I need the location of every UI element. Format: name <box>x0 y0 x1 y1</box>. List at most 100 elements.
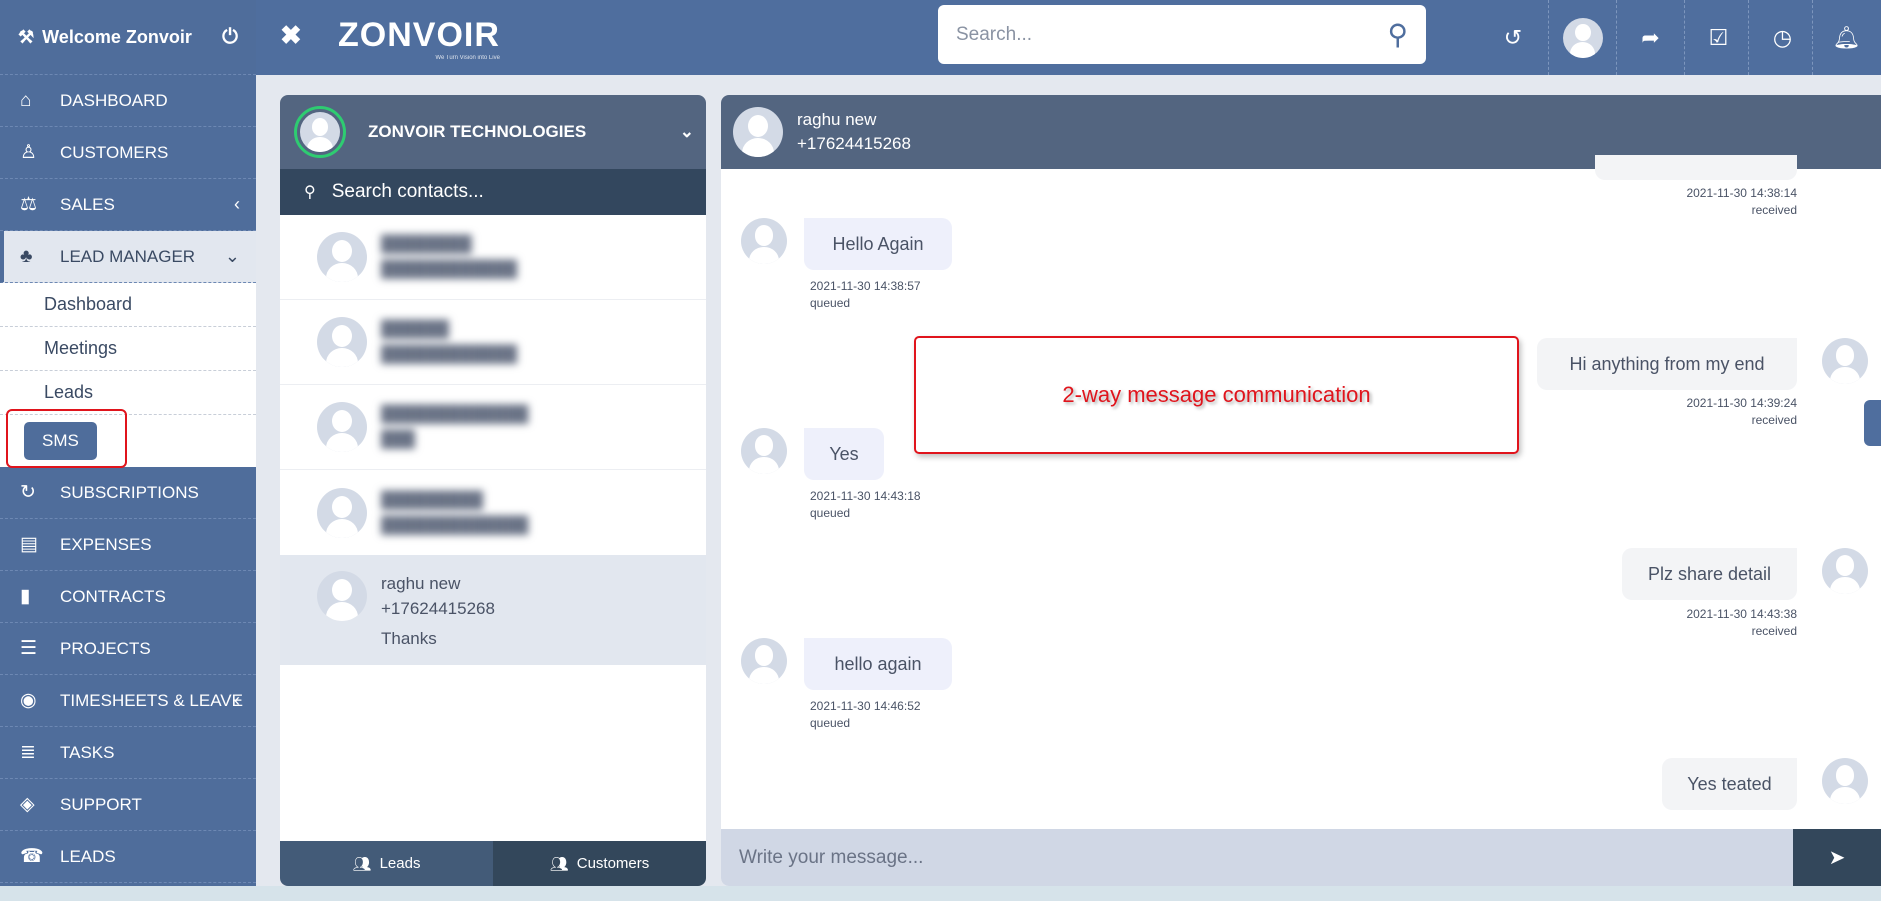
message-avatar <box>1822 758 1868 804</box>
history-icon[interactable]: ↺ <box>1479 0 1547 75</box>
nav-label: PROJECTS <box>60 639 151 659</box>
message-meta: 2021-11-30 14:43:38received <box>1686 606 1797 640</box>
user-icon: ♙ <box>20 141 60 164</box>
balance-scale-icon: ⚖ <box>20 193 60 216</box>
sidebar-item-dashboard[interactable]: ⌂DASHBOARD <box>0 75 256 127</box>
search-placeholder: Search... <box>956 24 1032 46</box>
ticket-icon: ◈ <box>20 793 60 816</box>
sidebar-item-tasks[interactable]: ≣TASKS <box>0 727 256 779</box>
contact-item[interactable]: ████████████████████ <box>280 215 706 300</box>
message-input[interactable]: Write your message... <box>721 829 1793 886</box>
message-meta: 2021-11-30 14:39:24received <box>1686 395 1797 429</box>
nav-label: LEAD MANAGER <box>60 247 195 267</box>
sidebar-item-customers[interactable]: ♙CUSTOMERS <box>0 127 256 179</box>
sidebar-item-projects[interactable]: ☰PROJECTS <box>0 623 256 675</box>
bottom-strip <box>0 886 1881 901</box>
message-status: received <box>1686 412 1797 429</box>
side-panel-toggle[interactable] <box>1864 400 1881 446</box>
message-bubble: Yes <box>804 428 884 480</box>
search-input[interactable]: Search... ⚲ <box>938 5 1426 64</box>
message-avatar <box>741 218 787 264</box>
contact-phone: +17624415268 <box>381 596 495 621</box>
message-bubble <box>1595 155 1797 180</box>
message-avatar <box>741 428 787 474</box>
message-status: queued <box>810 505 921 522</box>
org-avatar <box>294 106 346 158</box>
nav-label: DASHBOARD <box>60 91 168 111</box>
annotation-text: 2-way message communication <box>1062 382 1370 408</box>
tab-customers[interactable]: 👥︎Customers <box>493 841 706 886</box>
org-header[interactable]: ZONVOIR TECHNOLOGIES ⌄ <box>280 95 706 169</box>
contact-tabs: 👥︎Leads 👥︎Customers <box>280 841 706 886</box>
message-avatar <box>1822 548 1868 594</box>
message-status: received <box>1686 623 1797 640</box>
message-time: 2021-11-30 14:38:57 <box>810 278 921 295</box>
sidebar-item-lead-manager[interactable]: ♣LEAD MANAGER⌄ <box>0 231 256 283</box>
bell-icon[interactable]: 🔔︎ <box>1812 0 1880 75</box>
message-status: queued <box>810 715 921 732</box>
file-text-icon: ▤ <box>20 533 60 556</box>
chat-contact-name: raghu new <box>797 108 911 132</box>
message-meta: 2021-11-30 14:38:14received <box>1686 185 1797 219</box>
message-status: received <box>1686 202 1797 219</box>
nav-label: LEADS <box>60 847 116 867</box>
message-avatar <box>741 638 787 684</box>
gavel-icon: ⚒ <box>18 27 34 48</box>
topbar: ✖ ZONVOIRWe Turn Vision into Live Search… <box>256 0 1881 75</box>
chat-contact-phone: +17624415268 <box>797 132 911 156</box>
bars-icon: ☰ <box>20 637 60 660</box>
message-time: 2021-11-30 14:46:52 <box>810 698 921 715</box>
tab-label: Customers <box>577 855 650 872</box>
sidebar-item-leads[interactable]: ☎LEADS <box>0 831 256 883</box>
nav-label: EXPENSES <box>60 535 152 555</box>
contact-avatar <box>317 488 367 538</box>
message-avatar <box>1822 338 1868 384</box>
contact-avatar <box>317 571 367 621</box>
sidebar-item-sales[interactable]: ⚖SALES‹ <box>0 179 256 231</box>
power-icon[interactable]: ⏻ <box>222 26 238 49</box>
annotation-box: 2-way message communication <box>914 336 1519 454</box>
contact-item[interactable]: ██████████████████████ <box>280 470 706 555</box>
contact-search-input[interactable]: ⚲Search contacts... <box>280 169 706 215</box>
message-bubble: hello again <box>804 638 952 690</box>
message-meta: 2021-11-30 14:43:18queued <box>810 488 921 522</box>
search-icon[interactable]: ⚲ <box>1387 18 1408 51</box>
chevron-down-icon: ⌄ <box>225 246 240 267</box>
message-status: queued <box>810 295 921 312</box>
nav-label: TASKS <box>60 743 114 763</box>
send-button[interactable]: ➤ <box>1793 829 1881 886</box>
contact-item[interactable]: ████████████████ <box>280 385 706 470</box>
chevron-down-icon[interactable]: ⌄ <box>680 122 694 142</box>
blurred-contact: ██████████████████████ <box>381 488 528 538</box>
sidebar-item-support[interactable]: ◈SUPPORT <box>0 779 256 831</box>
blurred-contact: ████████████████ <box>381 402 528 452</box>
sidebar-item-subscriptions[interactable]: ↻SUBSCRIPTIONS <box>0 467 256 519</box>
submenu-meetings[interactable]: Meetings <box>0 327 256 371</box>
message-bubble: Yes teated <box>1662 758 1797 810</box>
contact-item[interactable]: ██████████████████ <box>280 300 706 385</box>
contacts-panel: ZONVOIR TECHNOLOGIES ⌄ ⚲Search contacts.… <box>280 95 706 886</box>
share-icon[interactable]: ➦ <box>1616 0 1684 75</box>
clock-icon[interactable]: ◷ <box>1748 0 1816 75</box>
contact-last-message: Thanks <box>381 626 495 651</box>
sms-highlight-box <box>6 409 127 468</box>
contact-item-active[interactable]: raghu new+17624415268 Thanks <box>280 555 706 665</box>
tab-leads[interactable]: 👥︎Leads <box>280 841 493 886</box>
submenu-dashboard[interactable]: Dashboard <box>0 283 256 327</box>
sidebar-item-contracts[interactable]: ▮CONTRACTS <box>0 571 256 623</box>
message-bubble: Plz share detail <box>1622 548 1797 600</box>
sidebar-item-timesheets[interactable]: ◉TIMESHEETS & LEAVE‹ <box>0 675 256 727</box>
contact-avatar <box>317 232 367 282</box>
contact-avatar <box>317 402 367 452</box>
message-meta: 2021-11-30 14:46:52queued <box>810 698 921 732</box>
logo-tagline: We Turn Vision into Live <box>338 55 500 61</box>
close-icon[interactable]: ✖ <box>280 20 302 51</box>
welcome-text: Welcome Zonvoir <box>42 27 192 48</box>
org-name: ZONVOIR TECHNOLOGIES <box>368 122 586 142</box>
home-icon: ⌂ <box>20 90 60 112</box>
checkbox-icon[interactable]: ☑ <box>1684 0 1752 75</box>
profile-button[interactable] <box>1548 0 1616 75</box>
message-meta: 2021-11-30 14:38:57queued <box>810 278 921 312</box>
contact-name: raghu new <box>381 571 495 596</box>
sidebar-item-expenses[interactable]: ▤EXPENSES <box>0 519 256 571</box>
